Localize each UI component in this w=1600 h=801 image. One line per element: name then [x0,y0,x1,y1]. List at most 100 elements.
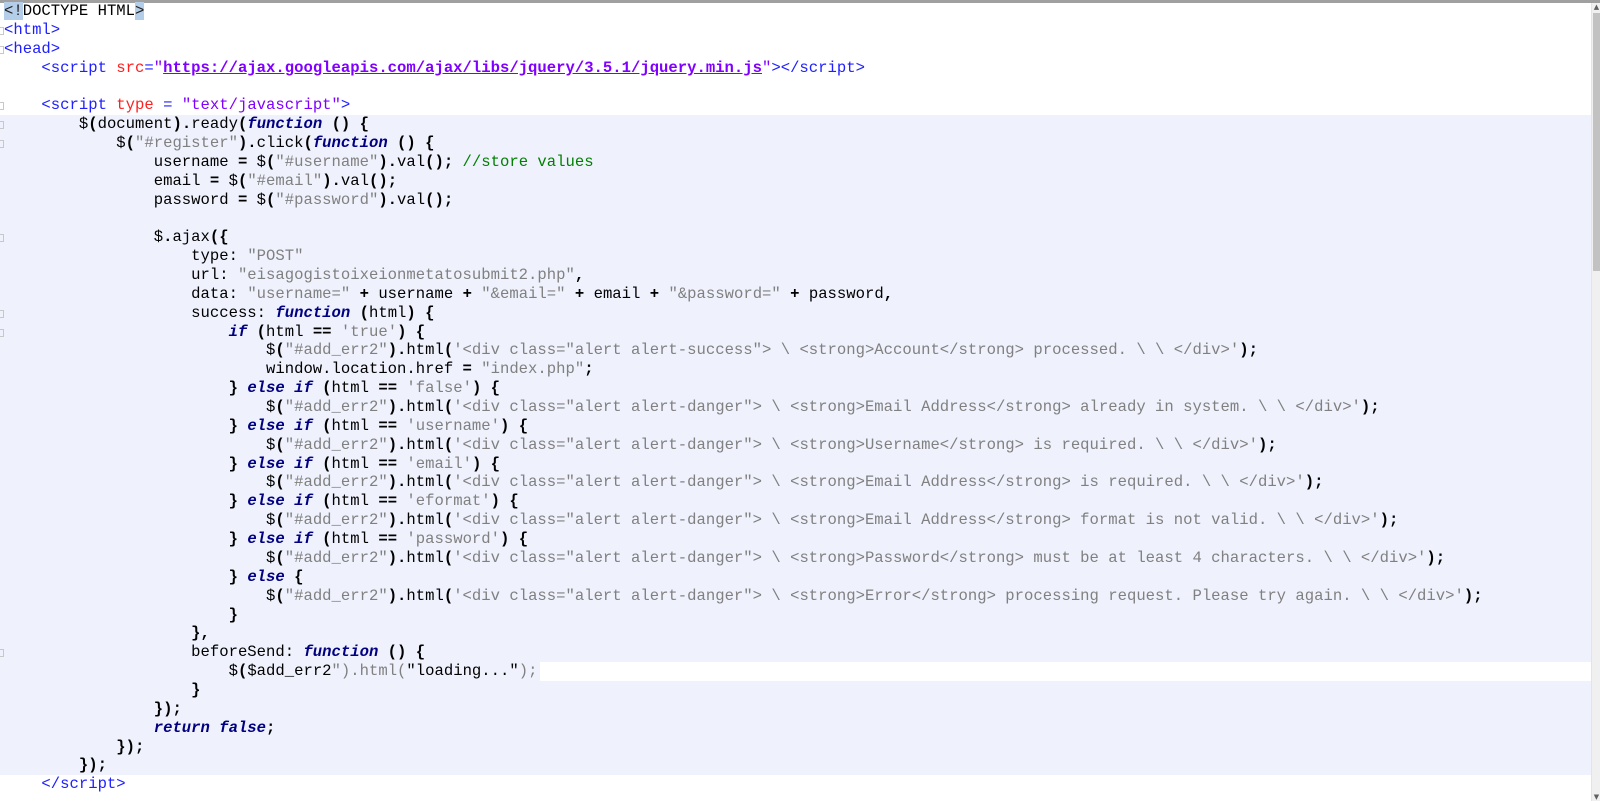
code-token: ); [1257,435,1277,454]
code-token: html [406,398,444,417]
code-token: <head> [4,39,61,58]
code-line[interactable]: } else if (html == 'password') { [0,530,1591,549]
fold-marker-icon[interactable] [0,328,4,337]
code-token: (); [425,152,454,171]
code-token: "#username" [275,152,379,171]
code-line[interactable]: $("#add_err2").html('<div class="alert a… [0,511,1591,531]
code-line[interactable]: $("#add_err2").html('<div class="alert a… [0,473,1591,493]
code-line[interactable]: success: function (html) { [0,303,1591,323]
code-line[interactable]: } [0,680,1591,700]
code-line[interactable]: $("#register").click(function () { [0,134,1591,153]
code-line[interactable]: } else if (html == 'email') { [0,454,1591,474]
fold-marker-icon[interactable] [0,102,4,111]
code-token: $ [4,548,276,567]
code-token: ready [191,115,238,134]
code-line[interactable]: username = $("#username").val(); //store… [0,152,1591,172]
code-token: ( [312,454,332,473]
code-editor[interactable]: <!DOCTYPE HTML> <html> <head> <script src=… [0,2,1591,794]
code-line[interactable]: <script src="https://ajax.googleapis.com… [0,59,1591,78]
code-token: "#register" [135,134,238,153]
vertical-scrollbar[interactable]: ▲ ▼ [1591,3,1600,801]
scroll-up-arrow-icon[interactable]: ▲ [1592,3,1600,11]
code-line[interactable]: } else if (html == 'false') { [0,379,1591,399]
code-token: src [116,58,145,77]
code-token: ); [1239,341,1258,360]
code-token: ). [387,435,407,454]
code-line[interactable] [0,209,1591,229]
code-token: }, [4,624,210,643]
fold-marker-icon[interactable] [0,649,4,658]
code-line[interactable]: url: "eisagogistoixeionmetatosubmit2.php… [0,266,1591,285]
code-token: <! [4,2,23,20]
code-line[interactable]: beforeSend: function () { [0,643,1591,663]
code-token: 'username' [406,416,500,435]
code-line[interactable]: $("#add_err2").html('<div class="alert a… [0,435,1591,455]
code-token: https://ajax.googleapis.com/ajax/libs/jq… [163,58,762,77]
fold-marker-icon[interactable] [0,234,4,243]
code-token: ( [443,511,454,530]
code-line[interactable]: }, [0,624,1591,644]
code-line[interactable]: $(document).ready(function () { [0,115,1591,135]
code-line[interactable] [0,77,1591,96]
fold-marker-icon[interactable] [0,309,4,318]
code-token: "loading..." [406,662,519,681]
code-token: function [303,643,379,662]
code-line[interactable]: $($add_err2").html("loading..."); [0,662,1591,681]
scrollbar-thumb[interactable] [1593,13,1600,271]
code-token: ( [443,398,454,417]
code-line[interactable]: $("#add_err2").html('<div class="alert a… [0,548,1591,568]
code-token: ). [172,115,192,134]
code-line[interactable]: <html> [0,21,1591,40]
code-line[interactable]: } else { [0,567,1591,587]
code-line[interactable]: } else if (html == 'username') { [0,416,1591,436]
code-token: ( [443,548,454,567]
code-line[interactable]: } else if (html == 'eformat') { [0,492,1591,512]
code-token: == [378,530,398,549]
code-line[interactable]: email = $("#email").val(); [0,171,1591,191]
code-token: ></script> [771,58,865,77]
code-line[interactable]: return false; [0,718,1591,738]
code-token: beforeSend: [4,643,304,662]
code-line[interactable]: }); [0,737,1591,757]
code-line[interactable]: type: "POST" [0,247,1591,267]
scroll-down-arrow-icon[interactable]: ▼ [1592,793,1600,801]
code-line[interactable]: $("#add_err2").html('<div class="alert a… [0,341,1591,361]
code-line[interactable]: $("#add_err2").html('<div class="alert a… [0,586,1591,606]
code-token: == [378,492,398,511]
code-token: = [209,171,220,190]
code-line[interactable]: <script type = "text/javascript"> [0,96,1591,115]
code-token: }); [4,756,107,775]
code-token: } [4,492,248,511]
fold-marker-icon[interactable] [0,45,4,54]
code-line[interactable]: $("#add_err2").html('<div class="alert a… [0,398,1591,417]
code-token: "eisagogistoixeionmetatosubmit2.php" [237,266,575,285]
code-line[interactable]: </script> [0,775,1591,794]
code-line[interactable]: if (html == 'true') { [0,322,1591,342]
code-line[interactable]: data: "username=" + username + "&email="… [0,284,1591,304]
code-line[interactable]: <head> [0,40,1591,59]
code-line[interactable]: } [0,605,1591,625]
code-line[interactable]: }); [0,699,1591,719]
fold-marker-icon[interactable] [0,140,4,149]
code-token: 'eformat' [406,492,491,511]
fold-marker-icon[interactable] [0,26,4,35]
code-line[interactable]: password = $("#password").val(); [0,190,1591,210]
code-token: <script [4,58,117,77]
fold-marker-icon[interactable] [0,121,4,130]
code-line[interactable]: }); [0,756,1591,776]
code-token: ( [275,473,285,492]
code-token: ( [266,152,276,171]
code-line[interactable]: <!DOCTYPE HTML> [0,2,1591,21]
code-token: html [331,492,379,511]
code-line[interactable]: window.location.href = "index.php"; [0,360,1591,380]
code-token: $ [4,435,276,454]
code-token: else if [247,454,313,473]
code-line[interactable]: $.ajax({ [0,228,1591,248]
code-token: html [331,454,379,473]
code-token: ( [443,473,454,492]
code-token: else if [247,492,313,511]
code-token: html [331,416,379,435]
